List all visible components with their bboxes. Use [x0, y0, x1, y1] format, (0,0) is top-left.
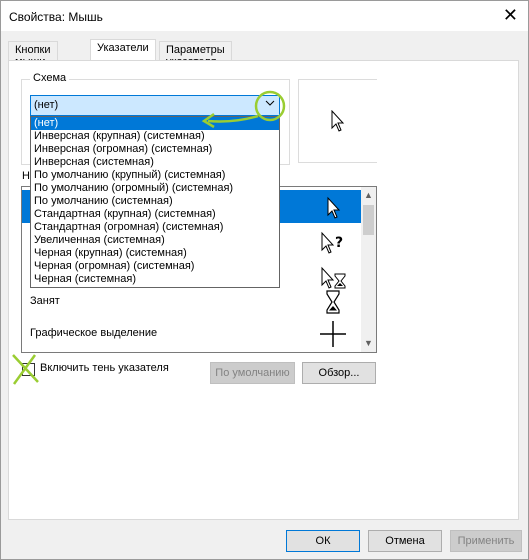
- dropdown-option[interactable]: Черная (огромная) (системная): [31, 260, 279, 273]
- list-item-label: Графическое выделение: [30, 327, 158, 339]
- list-item[interactable]: Графическое выделение: [22, 317, 362, 350]
- ok-button[interactable]: ОК: [286, 530, 360, 552]
- dropdown-option[interactable]: Стандартная (огромная) (системная): [31, 221, 279, 234]
- list-item-label: Занят: [30, 295, 60, 307]
- dropdown-option[interactable]: (нет): [31, 117, 279, 130]
- dropdown-option[interactable]: По умолчанию (огромный) (системная): [31, 182, 279, 195]
- scheme-legend: Схема: [30, 72, 70, 84]
- tab-pointer-options[interactable]: Параметры указателя: [159, 41, 232, 68]
- dropdown-option[interactable]: Увеличенная (системная): [31, 234, 279, 247]
- dropdown-option[interactable]: Черная (системная): [31, 273, 279, 286]
- list-item[interactable]: Занят: [22, 285, 362, 318]
- scroll-thumb[interactable]: [363, 205, 374, 235]
- arrow-cursor-icon: [327, 196, 341, 219]
- title-bar: Свойства: Мышь ✕: [1, 1, 528, 31]
- pointer-shadow-label: Включить тень указателя: [40, 362, 169, 374]
- arrow-cursor-icon: [331, 110, 345, 132]
- chevron-down-icon[interactable]: [265, 98, 275, 111]
- dropdown-option[interactable]: Инверсная (крупная) (системная): [31, 130, 279, 143]
- dropdown-option[interactable]: Черная (крупная) (системная): [31, 247, 279, 260]
- close-icon[interactable]: ✕: [503, 5, 518, 25]
- help-select-cursor-icon: ?: [321, 231, 343, 254]
- tab-mouse-buttons[interactable]: Кнопки мыши: [8, 41, 58, 68]
- scroll-down-icon[interactable]: ▼: [361, 335, 376, 352]
- dropdown-option[interactable]: Стандартная (крупная) (системная): [31, 208, 279, 221]
- svg-text:?: ?: [335, 235, 343, 251]
- cancel-button[interactable]: Отмена: [368, 530, 442, 552]
- dropdown-option[interactable]: По умолчанию (системная): [31, 195, 279, 208]
- cursor-preview: [298, 79, 377, 163]
- scheme-dropdown-list[interactable]: (нет) Инверсная (крупная) (системная) Ин…: [30, 116, 280, 288]
- tab-label: Указатели: [97, 42, 149, 54]
- scroll-up-icon[interactable]: ▲: [361, 187, 376, 204]
- list-scrollbar[interactable]: ▲ ▼: [361, 187, 376, 352]
- precision-crosshair-icon: [320, 321, 346, 347]
- window-title: Свойства: Мышь: [9, 10, 103, 24]
- customize-label: Н: [22, 170, 30, 182]
- scheme-combobox[interactable]: (нет): [30, 95, 280, 116]
- busy-hourglass-icon: [326, 290, 340, 314]
- tab-pointers[interactable]: Указатели: [90, 39, 156, 61]
- dropdown-option[interactable]: Инверсная (огромная) (системная): [31, 143, 279, 156]
- use-default-button[interactable]: По умолчанию: [210, 362, 295, 384]
- dropdown-option[interactable]: Инверсная (системная): [31, 156, 279, 169]
- scheme-selected-value: (нет): [34, 99, 59, 111]
- dropdown-option[interactable]: По умолчанию (крупный) (системная): [31, 169, 279, 182]
- browse-button[interactable]: Обзор...: [302, 362, 376, 384]
- pointer-shadow-checkbox[interactable]: [22, 363, 35, 376]
- apply-button[interactable]: Применить: [450, 530, 522, 552]
